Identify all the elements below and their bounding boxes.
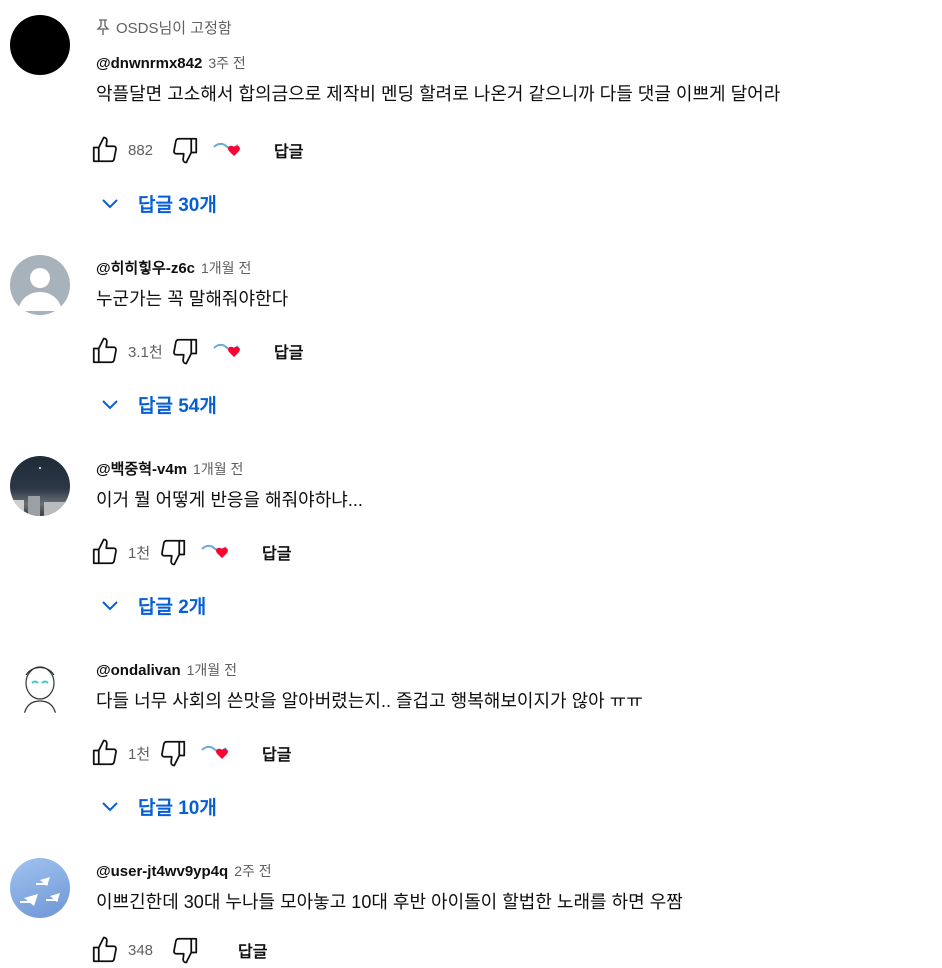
thumbs-down-icon	[161, 539, 186, 566]
like-count: 882	[128, 141, 154, 159]
dislike-button[interactable]	[170, 935, 200, 965]
reply-button[interactable]: 답글	[238, 938, 267, 962]
thumbs-down-icon	[173, 338, 198, 365]
like-count: 1천	[128, 544, 151, 562]
chevron-down-icon	[102, 400, 118, 410]
comment-time[interactable]: 1개월 전	[187, 659, 237, 681]
comment-text: 이쁘긴한데 30대 누나들 모아놓고 10대 후반 아이돌이 할법한 노래를 하…	[96, 892, 683, 912]
comment-body: @히히힣우-z6c 1개월 전 누군가는 꼭 말해줘야한다	[96, 257, 932, 313]
view-replies-button[interactable]: 답글 54개	[100, 384, 217, 424]
comment-body: @user-jt4wv9yp4q 2주 전 이쁘긴한데 30대 누나들 모아놓고…	[96, 860, 932, 916]
dislike-button[interactable]	[158, 738, 188, 768]
comment-author[interactable]: @ondalivan	[96, 660, 181, 682]
avatar[interactable]	[10, 15, 70, 75]
thumbs-up-icon	[92, 739, 117, 766]
thumbs-up-icon	[92, 337, 117, 364]
comment-actions: 348 답글	[90, 932, 267, 968]
sketch-avatar-image	[23, 666, 57, 716]
like-button[interactable]	[90, 537, 120, 567]
creator-heart-icon	[213, 343, 240, 357]
replies-label: 답글 54개	[138, 395, 217, 417]
airplanes-avatar-image	[20, 877, 60, 906]
dislike-button[interactable]	[170, 336, 200, 366]
reply-button[interactable]: 답글	[262, 741, 291, 765]
default-avatar-icon	[18, 268, 62, 311]
creator-heart	[200, 738, 236, 768]
comment-actions: 1천 답글	[90, 735, 291, 771]
creator-heart	[212, 135, 248, 165]
replies-label: 답글 2개	[138, 596, 207, 618]
comment-actions: 1천 답글	[90, 534, 291, 570]
pinned-indicator: OSDS님이 고정함	[96, 16, 932, 38]
comment-text: 악플달면 고소해서 합의금으로 제작비 멘딩 할려로 나온거 같으니까 다들 댓…	[96, 84, 781, 104]
comment-actions: 882 답글	[90, 132, 303, 168]
avatar[interactable]	[10, 657, 70, 717]
like-count: 1천	[128, 745, 151, 763]
avatar[interactable]	[10, 255, 70, 315]
comment-time[interactable]: 3주 전	[208, 52, 245, 74]
creator-heart	[212, 336, 248, 366]
comment-time[interactable]: 2주 전	[234, 860, 271, 882]
comment-text: 누군가는 꼭 말해줘야한다	[96, 289, 289, 309]
chevron-down-icon	[102, 802, 118, 812]
like-button[interactable]	[90, 135, 120, 165]
dislike-button[interactable]	[170, 135, 200, 165]
thumbs-down-icon	[173, 137, 198, 164]
reply-button[interactable]: 답글	[274, 339, 303, 363]
like-count: 348	[128, 941, 154, 959]
dislike-button[interactable]	[158, 537, 188, 567]
avatar[interactable]	[10, 858, 70, 918]
comment-author[interactable]: @user-jt4wv9yp4q	[96, 861, 228, 883]
comment-body: @백중혁-v4m 1개월 전 이거 뭘 어떻게 반응을 해줘야하냐...	[96, 458, 932, 514]
comment-body: @ondalivan 1개월 전 다들 너무 사회의 쓴맛을 알아버렸는지.. …	[96, 659, 932, 715]
comment-time[interactable]: 1개월 전	[193, 458, 243, 480]
comment-actions: 3.1천 답글	[90, 333, 303, 369]
thumbs-up-icon	[92, 136, 117, 163]
like-button[interactable]	[90, 935, 120, 965]
creator-heart-icon	[201, 544, 228, 558]
comment-author[interactable]: @백중혁-v4m	[96, 459, 187, 481]
comment-body: OSDS님이 고정함 @dnwnrmx842 3주 전 악플달면 고소해서 합의…	[96, 16, 932, 108]
avatar[interactable]	[10, 456, 70, 516]
pin-icon	[96, 19, 110, 35]
comment-author[interactable]: @히히힣우-z6c	[96, 258, 195, 280]
chevron-down-icon	[102, 199, 118, 209]
comment-time[interactable]: 1개월 전	[201, 257, 251, 279]
chevron-down-icon	[102, 601, 118, 611]
pinned-label: OSDS님이 고정함	[116, 19, 232, 37]
reply-button[interactable]: 답글	[262, 540, 291, 564]
replies-label: 답글 10개	[138, 797, 217, 819]
creator-heart	[200, 537, 236, 567]
thumbs-up-icon	[92, 936, 117, 963]
like-count: 3.1천	[128, 343, 163, 361]
like-button[interactable]	[90, 336, 120, 366]
reply-button[interactable]: 답글	[274, 138, 303, 162]
thumbs-down-icon	[173, 937, 198, 964]
like-button[interactable]	[90, 738, 120, 768]
creator-heart-icon	[213, 142, 240, 156]
thumbs-down-icon	[161, 740, 186, 767]
view-replies-button[interactable]: 답글 10개	[100, 786, 217, 826]
comment-text: 이거 뭘 어떻게 반응을 해줘야하냐...	[96, 490, 363, 510]
creator-heart-icon	[201, 745, 228, 759]
night-sky-avatar-image	[14, 467, 66, 516]
comment-text: 다들 너무 사회의 쓴맛을 알아버렸는지.. 즐겁고 행복해보이지가 않아 ㅠㅠ	[96, 691, 643, 711]
comment-author[interactable]: @dnwnrmx842	[96, 53, 202, 75]
view-replies-button[interactable]: 답글 30개	[100, 183, 217, 223]
thumbs-up-icon	[92, 538, 117, 565]
replies-label: 답글 30개	[138, 194, 217, 216]
view-replies-button[interactable]: 답글 2개	[100, 585, 206, 625]
